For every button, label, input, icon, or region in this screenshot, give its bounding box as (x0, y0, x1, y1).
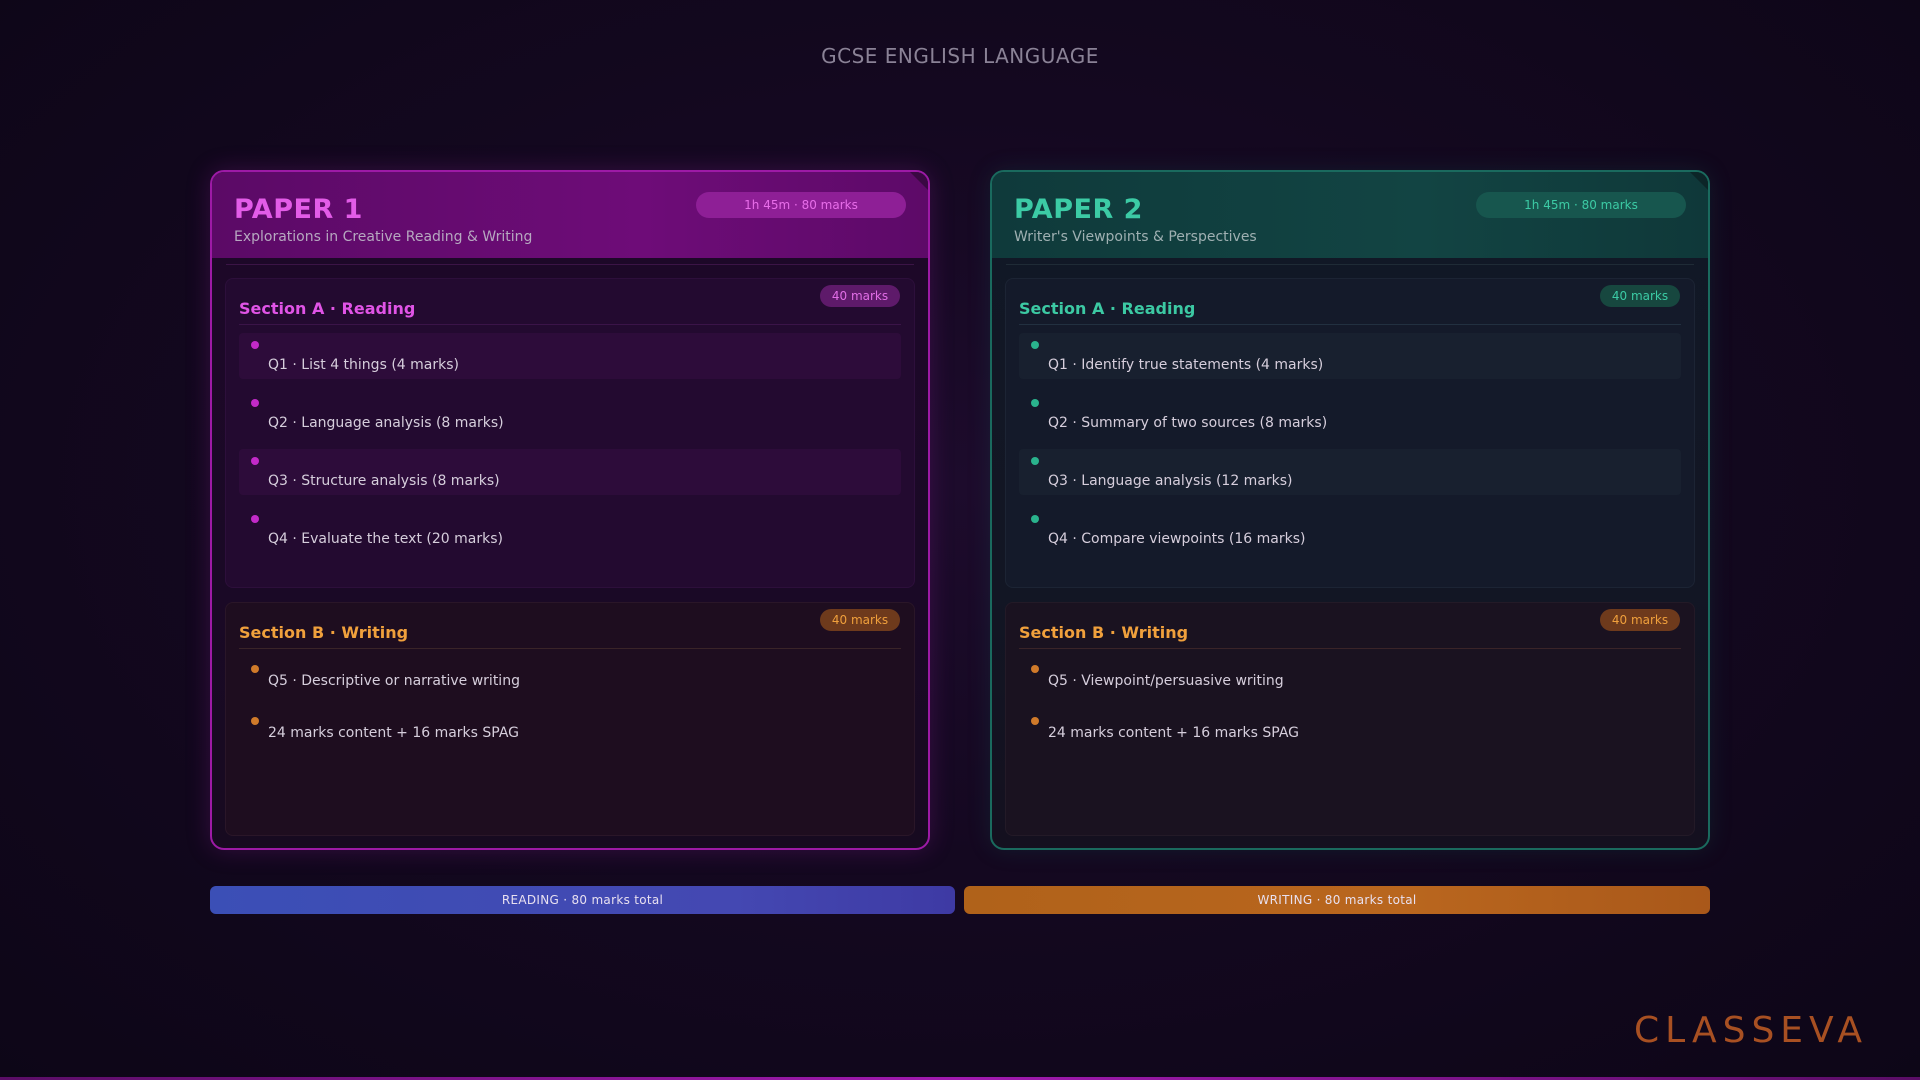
bullet-dot-icon (1031, 341, 1039, 349)
list-item: 24 marks content + 16 marks SPAG (1019, 709, 1681, 749)
bullet-dot-icon (251, 399, 259, 407)
bullet-dot-icon (1031, 665, 1039, 673)
bullet-dot-icon (251, 341, 259, 349)
bullet-dot-icon (1031, 717, 1039, 725)
question-text: Q3 · Language analysis (12 marks) (1048, 473, 1293, 489)
corner-fold-icon (1690, 172, 1708, 190)
paper-2-time-badge: 1h 45m · 80 marks (1476, 192, 1686, 218)
corner-fold-icon (910, 172, 928, 190)
writing-total-bar: WRITING · 80 marks total (964, 886, 1710, 914)
bullet-dot-icon (251, 717, 259, 725)
question-text: Q4 · Evaluate the text (20 marks) (268, 531, 503, 547)
section-a-title: Section A · Reading (1019, 299, 1681, 325)
list-item: Q4 · Evaluate the text (20 marks) (239, 507, 901, 553)
bullet-dot-icon (1031, 399, 1039, 407)
paper-1-header: PAPER 1 Explorations in Creative Reading… (212, 172, 928, 258)
list-item: Q3 · Structure analysis (8 marks) (239, 449, 901, 495)
reading-total-bar: READING · 80 marks total (210, 886, 955, 914)
bullet-dot-icon (251, 457, 259, 465)
bullet-dot-icon (1031, 457, 1039, 465)
paper-1-section-b: Section B · Writing 40 marks Q5 · Descri… (225, 602, 915, 836)
section-a-marks-badge: 40 marks (1600, 285, 1680, 307)
question-text: 24 marks content + 16 marks SPAG (1048, 725, 1300, 741)
question-text: Q1 · List 4 things (4 marks) (268, 357, 459, 373)
question-text: Q2 · Summary of two sources (8 marks) (1048, 415, 1328, 431)
paper-2-header: PAPER 2 Writer's Viewpoints & Perspectiv… (992, 172, 1708, 258)
question-text: Q1 · Identify true statements (4 marks) (1048, 357, 1324, 373)
paper-2-card: PAPER 2 Writer's Viewpoints & Perspectiv… (990, 170, 1710, 850)
question-list: Q5 · Descriptive or narrative writing 24… (239, 657, 901, 749)
paper-2-section-b: Section B · Writing 40 marks Q5 · Viewpo… (1005, 602, 1695, 836)
question-text: Q5 · Viewpoint/persuasive writing (1048, 673, 1284, 689)
section-b-title: Section B · Writing (1019, 623, 1681, 649)
question-text: Q5 · Descriptive or narrative writing (268, 673, 520, 689)
section-a-marks-badge: 40 marks (820, 285, 900, 307)
section-b-marks-badge: 40 marks (820, 609, 900, 631)
paper-1-section-a: Section A · Reading 40 marks Q1 · List 4… (225, 278, 915, 588)
section-a-title: Section A · Reading (239, 299, 901, 325)
paper-1-card: PAPER 1 Explorations in Creative Reading… (210, 170, 930, 850)
question-list: Q1 · List 4 things (4 marks) Q2 · Langua… (239, 333, 901, 553)
section-b-title: Section B · Writing (239, 623, 901, 649)
list-item: Q4 · Compare viewpoints (16 marks) (1019, 507, 1681, 553)
question-list: Q5 · Viewpoint/persuasive writing 24 mar… (1019, 657, 1681, 749)
question-text: Q2 · Language analysis (8 marks) (268, 415, 504, 431)
list-item: Q5 · Descriptive or narrative writing (239, 657, 901, 697)
paper-1-subtitle: Explorations in Creative Reading & Writi… (234, 229, 533, 245)
divider (1006, 264, 1694, 265)
divider (226, 264, 914, 265)
classeva-logo: CLASSEVA (1633, 1010, 1868, 1051)
paper-2-subtitle: Writer's Viewpoints & Perspectives (1014, 229, 1257, 245)
list-item: 24 marks content + 16 marks SPAG (239, 709, 901, 749)
list-item: Q1 · Identify true statements (4 marks) (1019, 333, 1681, 379)
paper-2-section-a: Section A · Reading 40 marks Q1 · Identi… (1005, 278, 1695, 588)
list-item: Q1 · List 4 things (4 marks) (239, 333, 901, 379)
bullet-dot-icon (251, 665, 259, 673)
section-b-marks-badge: 40 marks (1600, 609, 1680, 631)
question-text: 24 marks content + 16 marks SPAG (268, 725, 520, 741)
question-text: Q3 · Structure analysis (8 marks) (268, 473, 500, 489)
question-list: Q1 · Identify true statements (4 marks) … (1019, 333, 1681, 553)
list-item: Q2 · Summary of two sources (8 marks) (1019, 391, 1681, 437)
list-item: Q5 · Viewpoint/persuasive writing (1019, 657, 1681, 697)
bullet-dot-icon (1031, 515, 1039, 523)
bullet-dot-icon (251, 515, 259, 523)
paper-1-time-badge: 1h 45m · 80 marks (696, 192, 906, 218)
list-item: Q2 · Language analysis (8 marks) (239, 391, 901, 437)
page-title: GCSE ENGLISH LANGUAGE (821, 44, 1099, 68)
list-item: Q3 · Language analysis (12 marks) (1019, 449, 1681, 495)
question-text: Q4 · Compare viewpoints (16 marks) (1048, 531, 1306, 547)
